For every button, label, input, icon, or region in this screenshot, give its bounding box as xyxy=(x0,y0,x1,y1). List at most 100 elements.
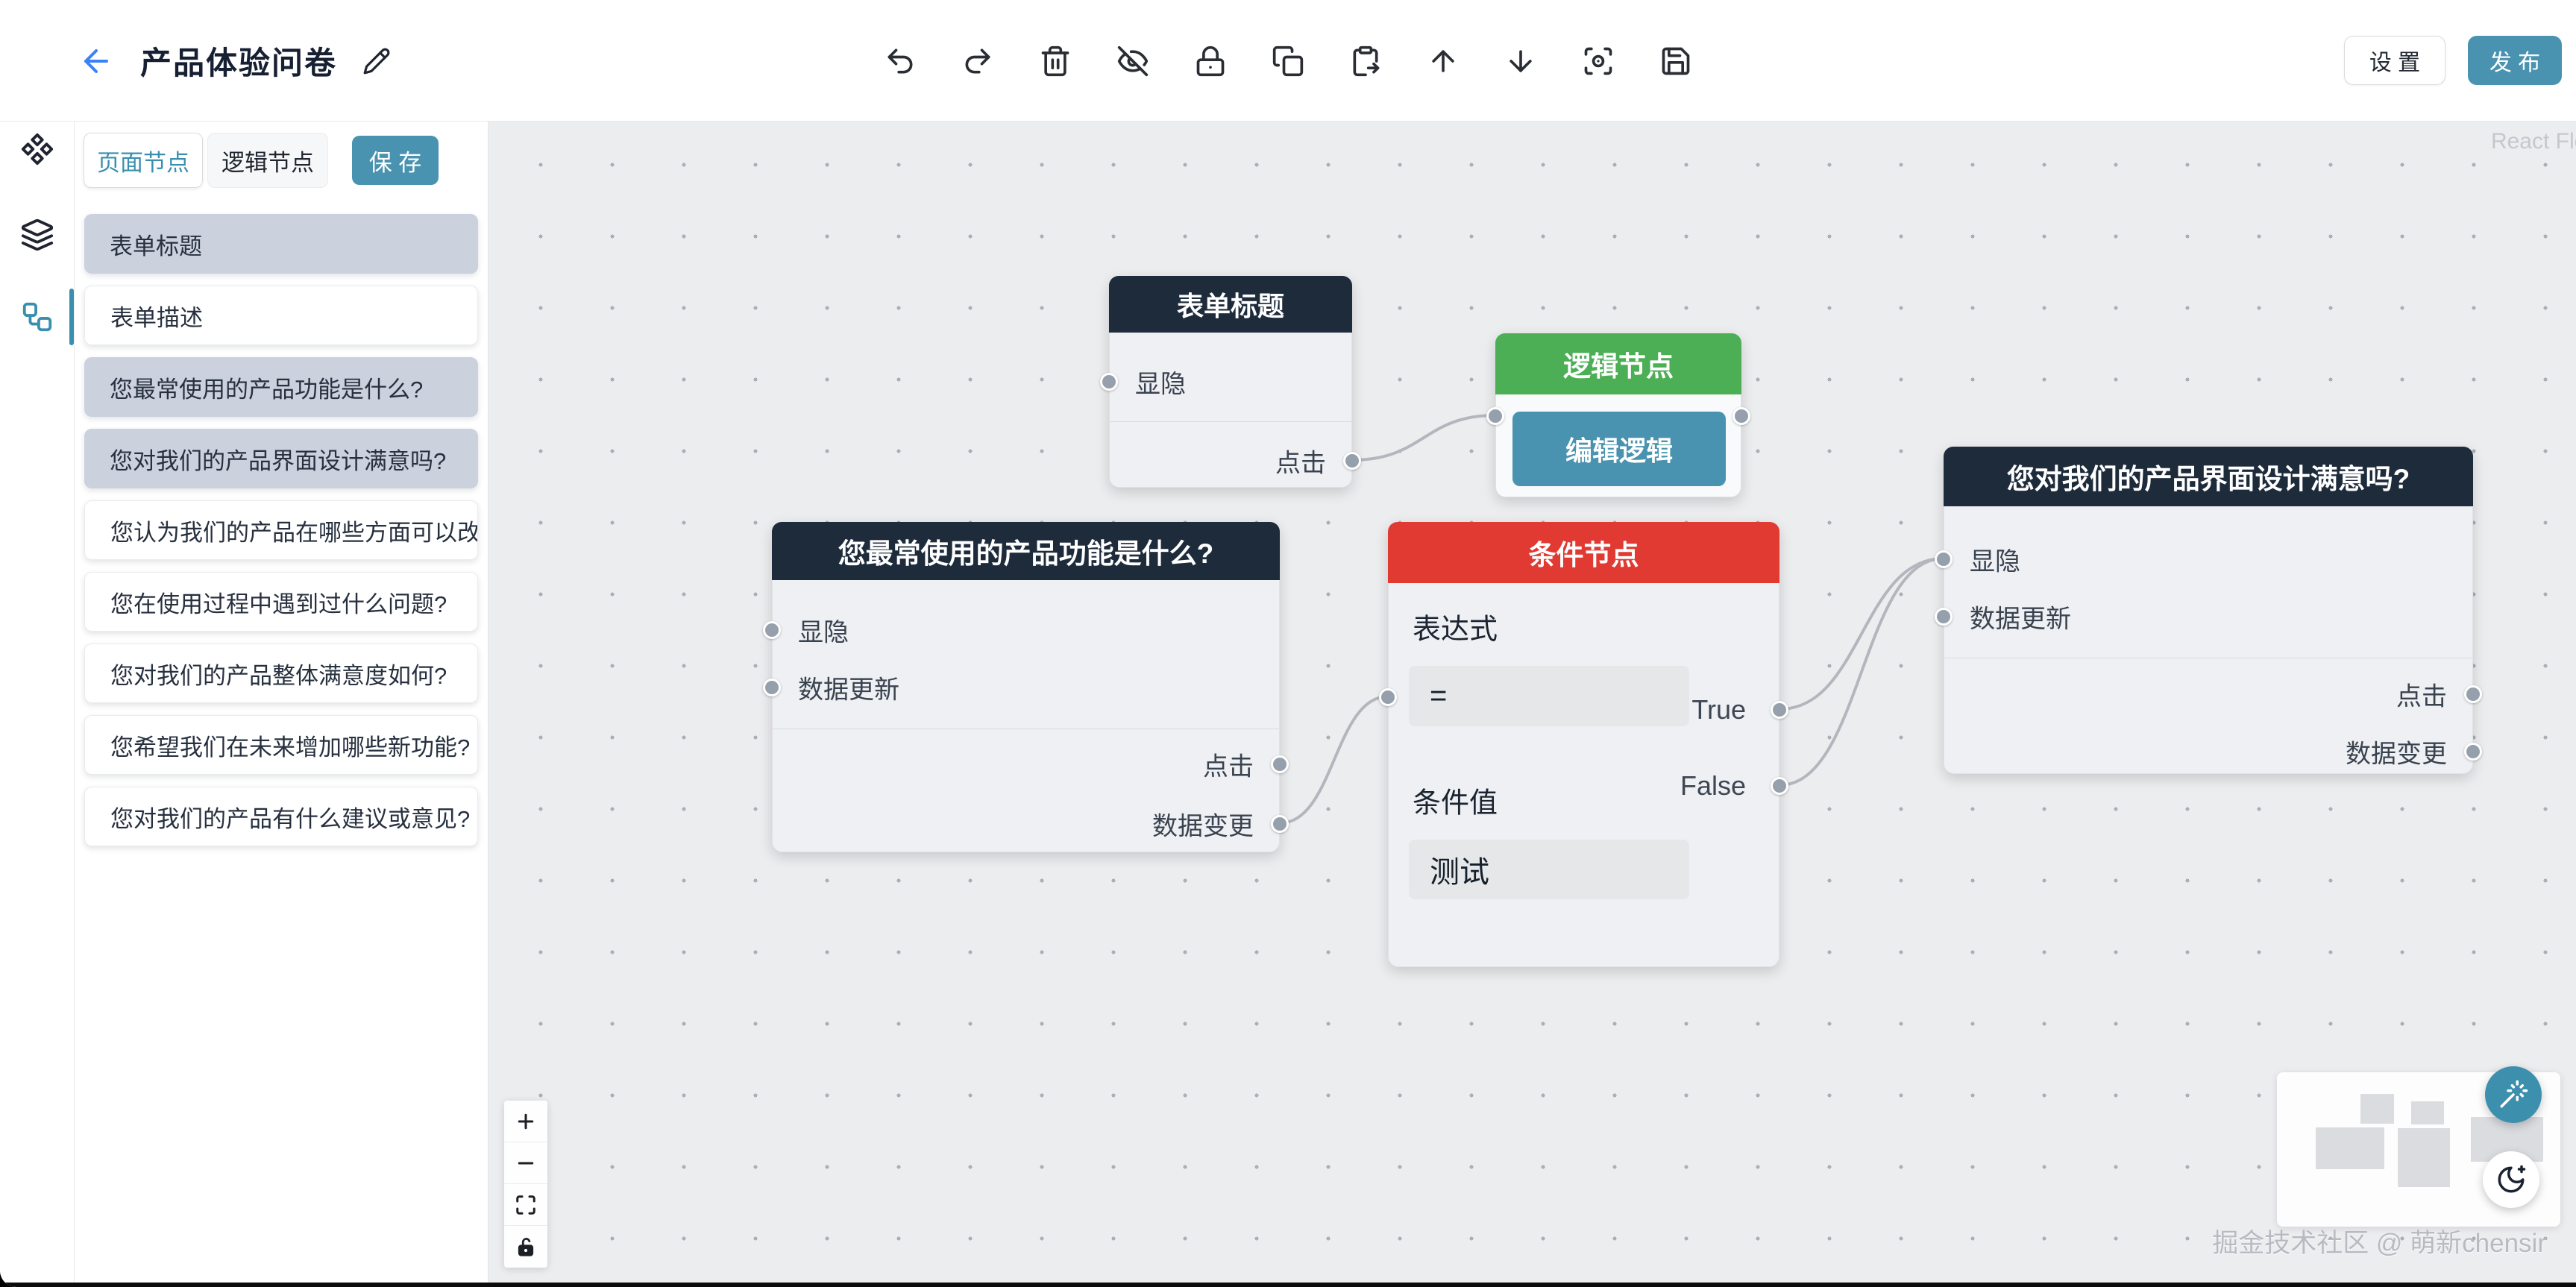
tab-page-nodes[interactable]: 页面节点 xyxy=(84,133,203,188)
edge-false-to-question2[interactable] xyxy=(1779,558,1944,785)
port-show-hide-in[interactable] xyxy=(1100,373,1118,391)
fit-view-button[interactable] xyxy=(504,1184,547,1226)
port-show-hide-in[interactable] xyxy=(1935,550,1953,568)
arrow-up-icon xyxy=(1427,45,1460,78)
undo-button[interactable] xyxy=(883,44,917,78)
port-data-update-in[interactable] xyxy=(1935,608,1953,626)
output-label: 数据变更 xyxy=(2346,734,2447,770)
false-label: False xyxy=(1680,770,1746,802)
rail-layers-button[interactable] xyxy=(20,218,54,252)
list-item[interactable]: 您认为我们的产品在哪些方面可以改... xyxy=(84,500,478,560)
condition-value-input[interactable]: 测试 xyxy=(1409,840,1689,899)
list-item[interactable]: 您希望我们在未来增加哪些新功能? xyxy=(84,715,478,775)
edge-true-to-question2[interactable] xyxy=(1779,558,1944,709)
lock-button[interactable] xyxy=(1193,44,1228,78)
true-label: True xyxy=(1691,694,1746,726)
workflow-icon xyxy=(20,300,54,334)
save-icon xyxy=(1659,45,1692,78)
port-false-out[interactable] xyxy=(1771,777,1788,795)
form-flow-editor: 产品体验问卷 设 置 发 布 xyxy=(0,0,2576,1287)
list-item[interactable]: 您对我们的产品有什么建议或意见? xyxy=(84,787,478,846)
moon-icon xyxy=(2495,1164,2527,1195)
minimap-node xyxy=(2316,1127,2384,1169)
node-question2[interactable]: 您对我们的产品界面设计满意吗? 显隐 数据更新 点击 数据变更 xyxy=(1944,447,2473,774)
list-item[interactable]: 您最常使用的产品功能是什么? xyxy=(84,357,478,417)
save-flow-button[interactable] xyxy=(1659,44,1693,78)
node-header[interactable]: 表单标题 xyxy=(1109,276,1352,333)
wand-icon xyxy=(2498,1079,2529,1110)
port-condition-in[interactable] xyxy=(1379,688,1397,706)
port-click-out[interactable] xyxy=(1271,755,1289,773)
list-item[interactable]: 您对我们的产品界面设计满意吗? xyxy=(84,429,478,488)
node-header[interactable]: 您对我们的产品界面设计满意吗? xyxy=(1944,447,2473,506)
list-item[interactable]: 表单标题 xyxy=(84,214,478,274)
node-divider xyxy=(1110,421,1351,422)
rail-active-indicator xyxy=(69,289,74,345)
node-condition[interactable]: 条件节点 表达式 = 条件值 测试 True False xyxy=(1388,522,1779,967)
port-click-out[interactable] xyxy=(1343,452,1361,470)
port-click-out[interactable] xyxy=(2464,685,2482,703)
edge-datachange-to-condition[interactable] xyxy=(1280,696,1388,823)
output-label: 点击 xyxy=(1203,746,1254,783)
edit-title-button[interactable] xyxy=(362,47,391,75)
list-item[interactable]: 您对我们的产品整体满意度如何? xyxy=(84,644,478,703)
top-actions: 设 置 发 布 xyxy=(2344,36,2562,85)
node-logic[interactable]: 逻辑节点 编辑逻辑 xyxy=(1495,333,1741,497)
lock-icon xyxy=(1194,45,1227,78)
canvas-toolbar xyxy=(883,0,1693,122)
port-show-hide-in[interactable] xyxy=(763,621,781,639)
tab-logic-nodes[interactable]: 逻辑节点 xyxy=(207,133,328,188)
settings-button[interactable]: 设 置 xyxy=(2344,36,2445,85)
port-logic-out[interactable] xyxy=(1732,407,1750,425)
pencil-icon xyxy=(362,47,391,75)
copy-icon xyxy=(1272,45,1304,78)
rail-components-button[interactable] xyxy=(20,132,54,166)
top-bar: 产品体验问卷 设 置 发 布 xyxy=(0,0,2576,122)
edge-click-to-logic[interactable] xyxy=(1352,415,1495,460)
redo-icon xyxy=(961,45,994,78)
node-header[interactable]: 您最常使用的产品功能是什么? xyxy=(772,522,1280,580)
focus-center-icon xyxy=(1582,45,1615,78)
node-question1[interactable]: 您最常使用的产品功能是什么? 显隐 数据更新 点击 数据变更 xyxy=(772,522,1280,852)
lock-interactivity-button[interactable] xyxy=(504,1226,547,1268)
port-true-out[interactable] xyxy=(1771,701,1788,719)
node-form-title[interactable]: 表单标题 显隐 点击 xyxy=(1109,276,1352,488)
dark-mode-button[interactable] xyxy=(2483,1151,2539,1208)
icon-rail xyxy=(0,122,75,1287)
back-button[interactable] xyxy=(78,43,115,80)
plus-icon xyxy=(515,1110,537,1133)
rail-workflow-button[interactable] xyxy=(20,300,54,334)
edit-logic-button[interactable]: 编辑逻辑 xyxy=(1512,412,1726,486)
port-logic-in[interactable] xyxy=(1486,407,1504,425)
port-data-change-out[interactable] xyxy=(2464,743,2482,761)
delete-button[interactable] xyxy=(1038,44,1072,78)
list-item[interactable]: 表单描述 xyxy=(84,286,478,345)
redo-button[interactable] xyxy=(961,44,995,78)
zoom-in-button[interactable] xyxy=(504,1101,547,1142)
port-data-update-in[interactable] xyxy=(763,679,781,696)
expression-input[interactable]: = xyxy=(1409,666,1689,726)
node-header[interactable]: 逻辑节点 xyxy=(1495,333,1741,394)
expression-label: 表达式 xyxy=(1413,606,1498,647)
undo-icon xyxy=(884,45,917,78)
condition-value-label: 条件值 xyxy=(1413,780,1498,821)
focus-center-button[interactable] xyxy=(1581,44,1615,78)
minimap-node xyxy=(2411,1101,2444,1124)
flow-canvas[interactable]: React Flow 表单标题 显隐 点击 逻辑节点 编辑逻辑 您最常使用的产品… xyxy=(489,122,2576,1287)
trash-icon xyxy=(1039,45,1072,78)
publish-button[interactable]: 发 布 xyxy=(2468,36,2562,85)
move-up-button[interactable] xyxy=(1426,44,1460,78)
input-label: 显隐 xyxy=(798,612,849,649)
list-item[interactable]: 您在使用过程中遇到过什么问题? xyxy=(84,572,478,632)
node-header[interactable]: 条件节点 xyxy=(1388,522,1779,583)
output-label: 点击 xyxy=(1275,443,1326,479)
port-data-change-out[interactable] xyxy=(1271,815,1289,833)
save-button[interactable]: 保 存 xyxy=(352,136,439,185)
minus-icon xyxy=(515,1152,537,1174)
zoom-out-button[interactable] xyxy=(504,1142,547,1184)
hide-button[interactable] xyxy=(1116,44,1150,78)
paste-button[interactable] xyxy=(1348,44,1383,78)
copy-button[interactable] xyxy=(1271,44,1305,78)
move-down-button[interactable] xyxy=(1504,44,1538,78)
magic-wand-button[interactable] xyxy=(2485,1066,2542,1123)
